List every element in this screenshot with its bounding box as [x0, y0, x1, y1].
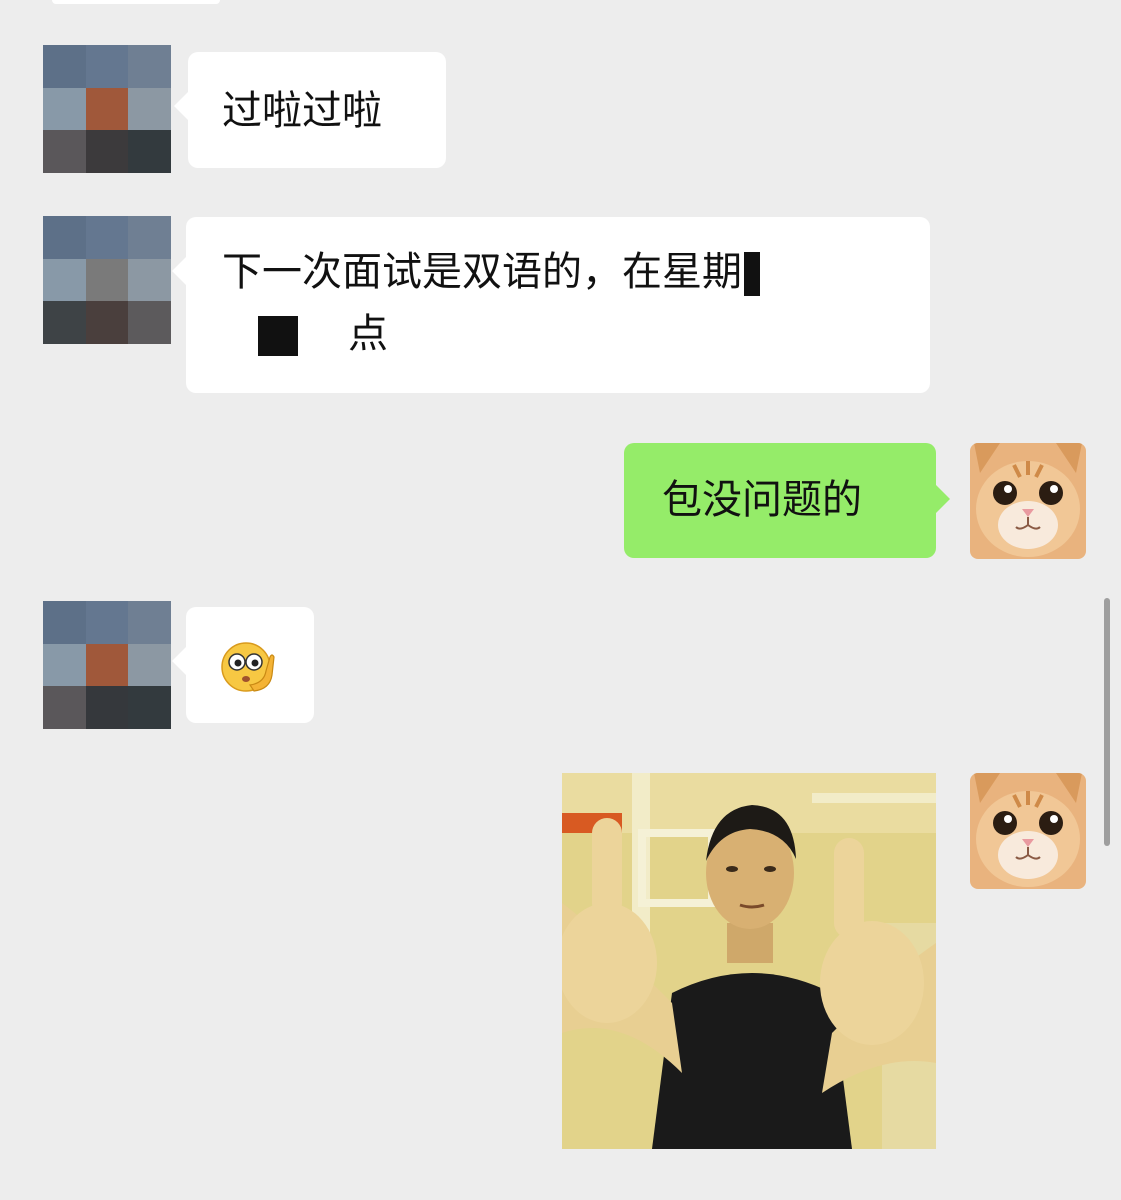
message-text-line: 点 — [222, 303, 930, 365]
contact-avatar[interactable] — [43, 45, 171, 173]
cat-avatar[interactable] — [970, 443, 1086, 559]
message-text-line: 下一次面试是双语的，在星期 — [222, 241, 930, 303]
redaction-block — [744, 252, 760, 296]
message-bubble-outgoing[interactable]: 包没问题的 — [624, 443, 950, 558]
redaction-block — [258, 316, 298, 356]
contact-avatar[interactable] — [43, 601, 171, 729]
message-bubble-incoming[interactable]: 过啦过啦 — [174, 52, 446, 168]
message-bubble-incoming[interactable]: 下一次面试是双语的，在星期 点 — [172, 217, 930, 393]
thumbs-up-photo[interactable] — [562, 773, 936, 1149]
scrollbar[interactable] — [1104, 598, 1110, 846]
message-bubble-incoming[interactable] — [172, 607, 314, 723]
contact-avatar[interactable] — [43, 216, 171, 344]
message-text: 包没问题的 — [662, 477, 862, 523]
message-text: 过啦过啦 — [222, 88, 382, 134]
chat-view: 过啦过啦 下一次面试是双语的，在星期 点 包没问题的 — [0, 0, 1121, 1200]
previous-message-edge — [52, 0, 220, 4]
cat-avatar[interactable] — [970, 773, 1086, 889]
thinking-face-emoji — [221, 642, 275, 692]
